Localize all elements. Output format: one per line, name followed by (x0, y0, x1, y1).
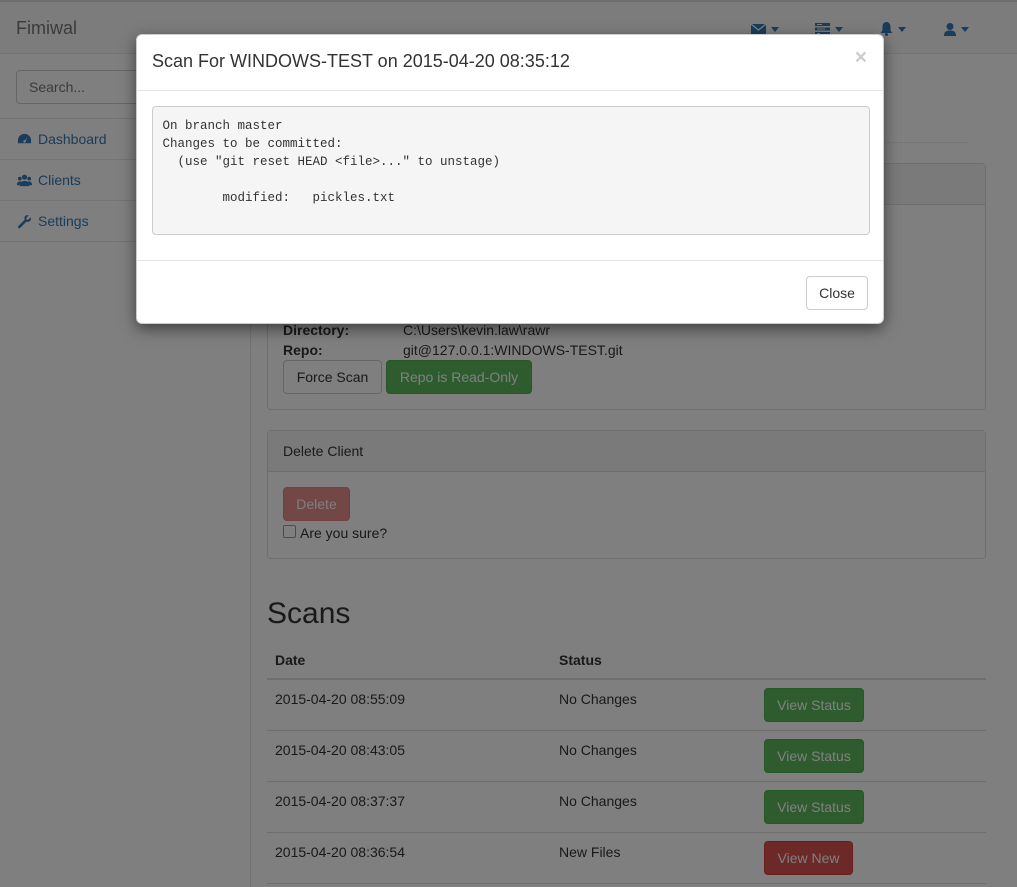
modal-header: Scan For WINDOWS-TEST on 2015-04-20 08:3… (137, 35, 883, 91)
scan-output: On branch master Changes to be committed… (152, 106, 870, 235)
close-button[interactable]: Close (806, 276, 868, 310)
close-icon[interactable]: × (855, 47, 867, 68)
scan-modal: Scan For WINDOWS-TEST on 2015-04-20 08:3… (136, 34, 884, 324)
modal-footer: Close (137, 260, 883, 324)
modal-title: Scan For WINDOWS-TEST on 2015-04-20 08:3… (152, 51, 570, 71)
